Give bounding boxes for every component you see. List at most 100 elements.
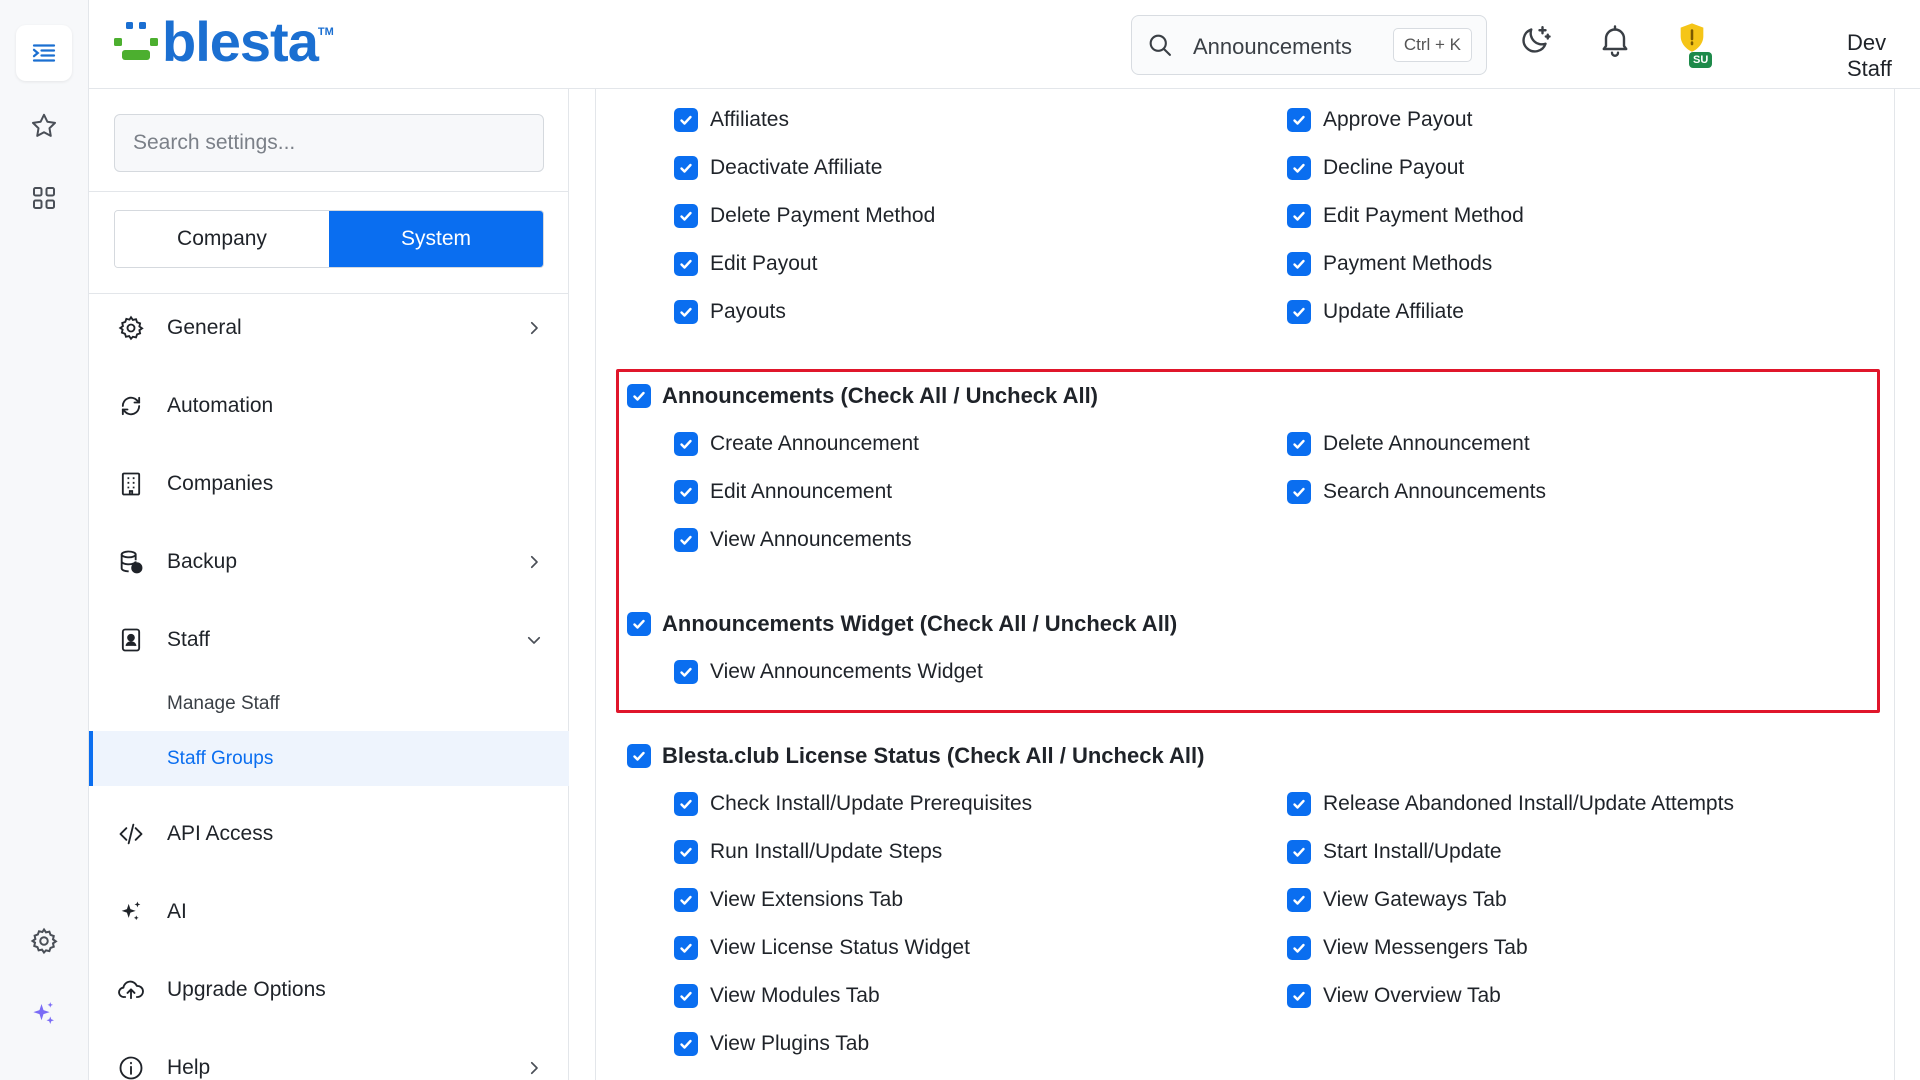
sidebar-subitem-staff-groups[interactable]: Staff Groups bbox=[89, 731, 569, 786]
permission-label: Create Announcement bbox=[710, 432, 919, 455]
permission-label: Edit Payment Method bbox=[1323, 204, 1524, 227]
group-check-all-checkbox[interactable] bbox=[627, 744, 651, 768]
sidebar-subitem-manage-staff[interactable]: Manage Staff bbox=[89, 676, 569, 731]
permission-checkbox[interactable] bbox=[674, 1032, 698, 1056]
permission-checkbox[interactable] bbox=[674, 792, 698, 816]
permission-checkbox[interactable] bbox=[1287, 432, 1311, 456]
divider bbox=[89, 191, 569, 192]
permission-label: Approve Payout bbox=[1323, 108, 1473, 131]
permission-checkbox[interactable] bbox=[1287, 936, 1311, 960]
nav-item-ai[interactable]: AI bbox=[89, 884, 569, 940]
permission-checkbox[interactable] bbox=[1287, 252, 1311, 276]
menu-toggle-icon[interactable] bbox=[16, 25, 72, 81]
permission-checkbox[interactable] bbox=[674, 156, 698, 180]
permission-label: Payouts bbox=[710, 300, 786, 323]
nav-item-label: Companies bbox=[167, 472, 274, 495]
permission-checkbox[interactable] bbox=[1287, 300, 1311, 324]
nav-item-general[interactable]: General bbox=[89, 300, 569, 356]
permission-checkbox[interactable] bbox=[674, 984, 698, 1008]
admin-shield-icon[interactable]: SU bbox=[1675, 20, 1723, 72]
building-icon bbox=[121, 472, 141, 496]
nav-item-label: Backup bbox=[167, 550, 238, 573]
permission-checkbox[interactable] bbox=[674, 840, 698, 864]
permission-checkbox[interactable] bbox=[674, 432, 698, 456]
bell-icon[interactable] bbox=[1597, 22, 1633, 58]
permission-label: Delete Payment Method bbox=[710, 204, 936, 227]
permission-label: View Plugins Tab bbox=[710, 1032, 870, 1055]
nav-item-label: AI bbox=[167, 900, 187, 923]
permission-checkbox[interactable] bbox=[1287, 480, 1311, 504]
permission-label: Update Affiliate bbox=[1323, 300, 1464, 323]
permission-checkbox[interactable] bbox=[674, 660, 698, 684]
nav-item-staff[interactable]: Staff bbox=[89, 612, 569, 668]
nav-item-help[interactable]: Help bbox=[89, 1040, 569, 1080]
system-tab[interactable]: System bbox=[329, 211, 543, 267]
global-search[interactable]: Announcements Ctrl + K bbox=[1131, 15, 1487, 75]
company-tab[interactable]: Company bbox=[115, 211, 329, 267]
permission-checkbox[interactable] bbox=[1287, 792, 1311, 816]
cloud-upload-icon bbox=[118, 980, 144, 1000]
divider bbox=[89, 293, 569, 294]
permission-checkbox[interactable] bbox=[1287, 204, 1311, 228]
permission-label: Run Install/Update Steps bbox=[710, 840, 943, 863]
group-title-announcements-widget[interactable]: Announcements Widget (Check All / Unchec… bbox=[662, 612, 1177, 636]
subitem-label: Staff Groups bbox=[167, 747, 274, 769]
permission-label: Start Install/Update bbox=[1323, 840, 1502, 863]
permission-checkbox[interactable] bbox=[1287, 984, 1311, 1008]
permission-label: View License Status Widget bbox=[710, 936, 970, 959]
permission-checkbox[interactable] bbox=[674, 108, 698, 132]
icon-rail bbox=[0, 0, 89, 1080]
group-check-all-checkbox[interactable] bbox=[627, 384, 651, 408]
group-title-license-status[interactable]: Blesta.club License Status (Check All / … bbox=[662, 744, 1204, 768]
permission-label: View Overview Tab bbox=[1323, 984, 1501, 1007]
brand-logo[interactable]: blesta TM bbox=[112, 14, 334, 70]
nav-item-label: Staff bbox=[167, 628, 210, 651]
permission-label: Edit Announcement bbox=[710, 480, 893, 503]
permission-checkbox[interactable] bbox=[674, 204, 698, 228]
top-bar: blesta TM Announcements Ctrl + K SU Dev … bbox=[89, 0, 1920, 89]
user-menu-name[interactable]: Dev Staff bbox=[1847, 30, 1920, 82]
settings-sidebar: Company System General Automation Compan… bbox=[89, 89, 569, 1080]
sparkle-icon bbox=[121, 901, 141, 921]
search-shortcut-hint: Ctrl + K bbox=[1392, 28, 1472, 62]
nav-item-label: API Access bbox=[167, 822, 274, 845]
permission-checkbox[interactable] bbox=[1287, 840, 1311, 864]
nav-item-label: Upgrade Options bbox=[167, 978, 326, 1001]
permission-label: Edit Payout bbox=[710, 252, 818, 275]
permission-checkbox[interactable] bbox=[1287, 108, 1311, 132]
trademark-mark: TM bbox=[317, 26, 334, 38]
permission-label: View Modules Tab bbox=[710, 984, 880, 1007]
nav-item-companies[interactable]: Companies bbox=[89, 456, 569, 512]
permission-checkbox[interactable] bbox=[674, 300, 698, 324]
gear-icon[interactable] bbox=[16, 913, 72, 969]
id-badge-icon bbox=[121, 628, 141, 652]
dark-mode-icon[interactable] bbox=[1517, 22, 1553, 58]
nav-item-upgrade-options[interactable]: Upgrade Options bbox=[89, 962, 569, 1018]
search-query: Announcements bbox=[1193, 34, 1352, 59]
permission-label: View Announcements Widget bbox=[710, 660, 983, 683]
star-icon[interactable] bbox=[16, 98, 72, 154]
nav-item-label: General bbox=[167, 316, 242, 339]
permission-checkbox[interactable] bbox=[674, 888, 698, 912]
chevron-down-icon bbox=[527, 636, 541, 644]
settings-search-input[interactable] bbox=[114, 114, 544, 172]
chevron-right-icon bbox=[530, 1061, 538, 1075]
group-check-all-checkbox[interactable] bbox=[627, 612, 651, 636]
permission-checkbox[interactable] bbox=[674, 480, 698, 504]
nav-item-backup[interactable]: Backup bbox=[89, 534, 569, 590]
permission-checkbox[interactable] bbox=[1287, 156, 1311, 180]
su-badge: SU bbox=[1689, 52, 1713, 68]
nav-item-automation[interactable]: Automation bbox=[89, 378, 569, 434]
permission-checkbox[interactable] bbox=[1287, 888, 1311, 912]
nav-item-api-access[interactable]: API Access bbox=[89, 806, 569, 862]
grid-icon[interactable] bbox=[16, 170, 72, 226]
group-title-announcements[interactable]: Announcements (Check All / Uncheck All) bbox=[662, 384, 1098, 408]
refresh-icon bbox=[121, 396, 141, 416]
permission-checkbox[interactable] bbox=[674, 252, 698, 276]
permission-checkbox[interactable] bbox=[674, 936, 698, 960]
nav-item-label: Help bbox=[167, 1056, 211, 1079]
permission-checkbox[interactable] bbox=[674, 528, 698, 552]
search-icon bbox=[1149, 34, 1171, 56]
sparkle-icon[interactable] bbox=[16, 986, 72, 1042]
permission-label: View Extensions Tab bbox=[710, 888, 904, 911]
